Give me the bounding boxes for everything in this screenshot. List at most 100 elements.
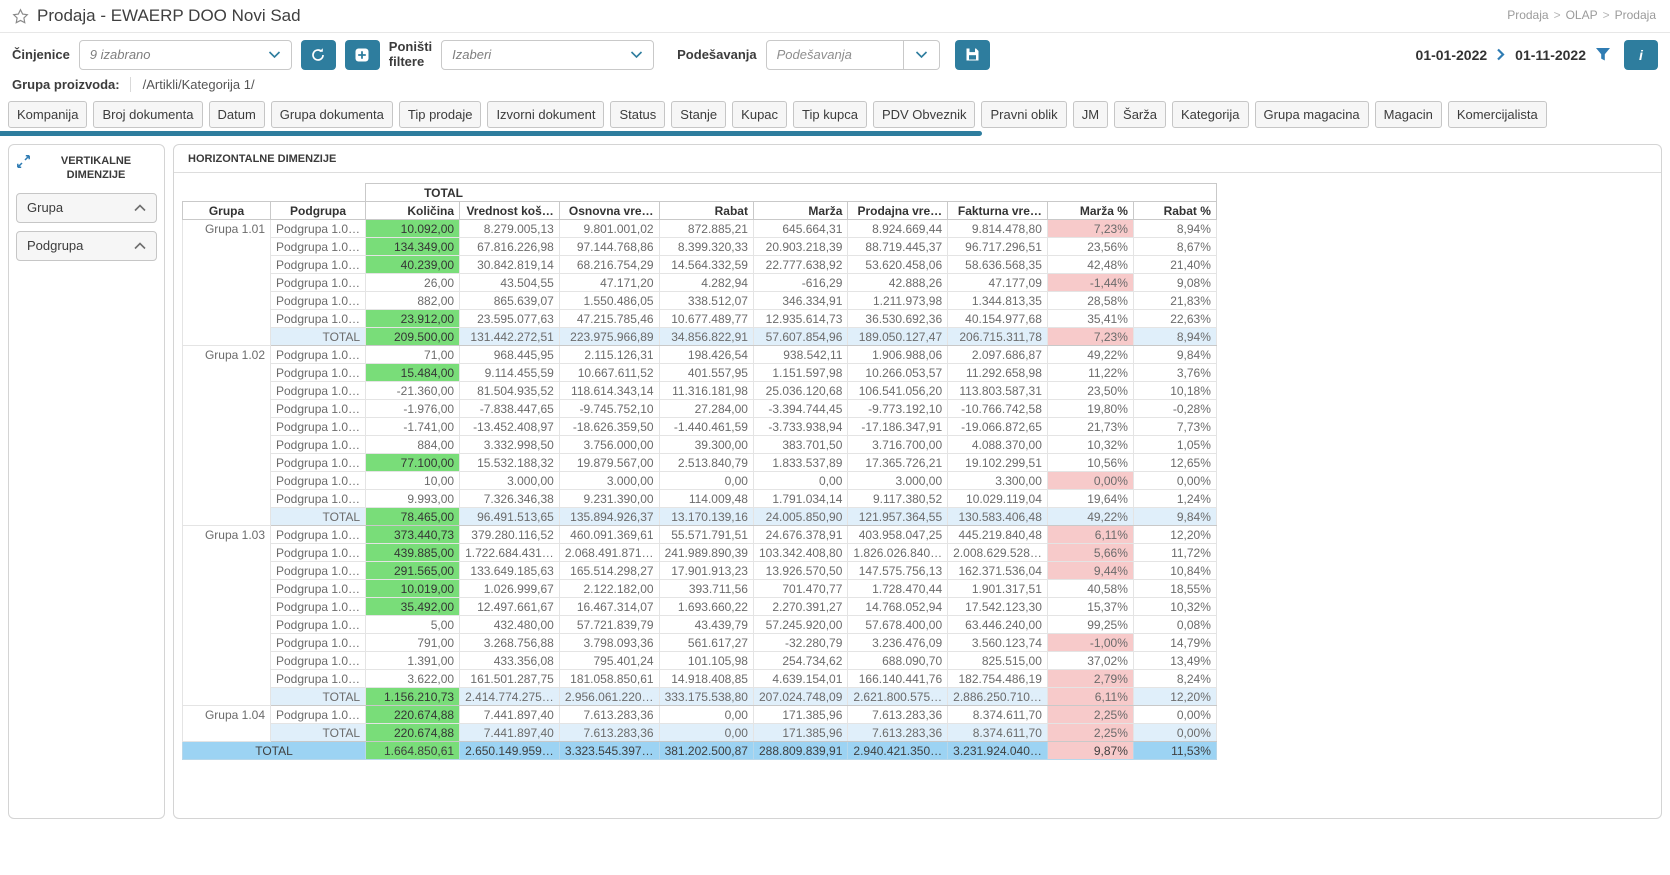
cell-prodajna-vrednost: 166.140.441,76 xyxy=(848,670,948,688)
cell-podgrupa: Podgrupa 1.0… xyxy=(271,400,366,418)
dimension-tab-grupa-dokumenta[interactable]: Grupa dokumenta xyxy=(271,101,393,128)
table-row: Podgrupa 1.0…10.019,001.026.999,672.122.… xyxy=(183,580,1217,598)
dimension-tab-kategorija[interactable]: Kategorija xyxy=(1172,101,1249,128)
favorite-star-icon[interactable] xyxy=(12,8,29,25)
breadcrumb-current[interactable]: Prodaja xyxy=(1615,8,1656,22)
choose-select[interactable]: Izaberi xyxy=(441,40,654,70)
product-group-value: /Artikli/Kategorija 1/ xyxy=(130,77,255,92)
cell-marza-pct: 15,37% xyxy=(1047,598,1133,616)
dimension-tab-grupa-magacina[interactable]: Grupa magacina xyxy=(1255,101,1369,128)
cell-prodajna-vrednost: 42.888,26 xyxy=(848,274,948,292)
cell-marza-pct: 7,23% xyxy=(1047,328,1133,346)
vertical-dimension-grupa[interactable]: Grupa xyxy=(16,193,157,223)
dimension-tab-komercijalista[interactable]: Komercijalista xyxy=(1448,101,1547,128)
dimension-tab-datum[interactable]: Datum xyxy=(209,101,265,128)
cell-rabat-pct: 10,32% xyxy=(1133,598,1216,616)
cell-rabat: 401.557,95 xyxy=(659,364,753,382)
cell-rabat-pct: 12,65% xyxy=(1133,454,1216,472)
cell-vrednost-kosa: 3.000,00 xyxy=(460,472,560,490)
dimension-tab-tip-prodaje[interactable]: Tip prodaje xyxy=(399,101,482,128)
dimension-tab-tip-kupca[interactable]: Tip kupca xyxy=(793,101,867,128)
cell-fakturna-vrednost: 3.300,00 xyxy=(948,472,1048,490)
cell-marza-pct: 99,25% xyxy=(1047,616,1133,634)
cell-grupa: Grupa 1.03 xyxy=(183,526,271,706)
save-settings-button[interactable] xyxy=(955,40,990,70)
table-row: Grupa 1.04Podgrupa 1.0…220.674,887.441.8… xyxy=(183,706,1217,724)
cell-fakturna-vrednost: 825.515,00 xyxy=(948,652,1048,670)
cell-osnovna-vrednost: 165.514.298,27 xyxy=(559,562,659,580)
dimension-tab-izvorni-dokument[interactable]: Izvorni dokument xyxy=(487,101,604,128)
dimension-tab-pravni-oblik[interactable]: Pravni oblik xyxy=(981,101,1066,128)
cell-rabat: 55.571.791,51 xyxy=(659,526,753,544)
dimension-tab-status[interactable]: Status xyxy=(610,101,665,128)
vertical-dimension-podgrupa[interactable]: Podgrupa xyxy=(16,231,157,261)
pivot-panel: HORIZONTALNE DIMENZIJE TOTALGrupaPodgrup… xyxy=(173,144,1662,819)
cell-rabat: 34.856.822,91 xyxy=(659,328,753,346)
table-row: Podgrupa 1.0…77.100,0015.532.188,3219.87… xyxy=(183,454,1217,472)
dimension-tab-stanje[interactable]: Stanje xyxy=(671,101,726,128)
chevron-up-icon xyxy=(134,204,146,212)
dimension-tab-ar-a[interactable]: Šarža xyxy=(1114,101,1166,128)
table-row: Grupa 1.02Podgrupa 1.0…71,00968.445,952.… xyxy=(183,346,1217,364)
settings-dropdown-toggle[interactable] xyxy=(904,40,940,70)
cell-marza-pct: 5,66% xyxy=(1047,544,1133,562)
info-button[interactable]: i xyxy=(1624,40,1658,70)
cell-fakturna-vrednost: 182.754.486,19 xyxy=(948,670,1048,688)
refresh-button[interactable] xyxy=(301,40,336,70)
cell-marza-pct: 23,56% xyxy=(1047,238,1133,256)
date-from[interactable]: 01-01-2022 xyxy=(1416,47,1488,63)
cell-osnovna-vrednost: 19.879.567,00 xyxy=(559,454,659,472)
date-to[interactable]: 01-11-2022 xyxy=(1515,47,1586,63)
settings-input[interactable] xyxy=(766,40,904,70)
table-row: Podgrupa 1.0…882,00865.639,071.550.486,0… xyxy=(183,292,1217,310)
breadcrumb-olap[interactable]: OLAP xyxy=(1566,8,1598,22)
content: VERTIKALNE DIMENZIJE GrupaPodgrupa HORIZ… xyxy=(0,136,1670,827)
cell-vrednost-kosa: 3.332.998,50 xyxy=(460,436,560,454)
cell-fakturna-vrednost: -19.066.872,65 xyxy=(948,418,1048,436)
reset-filters-button[interactable]: Poništi filtere xyxy=(389,40,432,69)
expand-icon[interactable] xyxy=(16,154,31,169)
header-spacer xyxy=(183,184,366,202)
dimension-tab-kompanija[interactable]: Kompanija xyxy=(8,101,87,128)
cell-fakturna-vrednost: 11.292.658,98 xyxy=(948,364,1048,382)
cell-podgrupa: Podgrupa 1.0… xyxy=(271,238,366,256)
dimension-tab-jm[interactable]: JM xyxy=(1073,101,1108,128)
cell-rabat: 333.175.538,80 xyxy=(659,688,753,706)
cell-vrednost-kosa: 131.442.272,51 xyxy=(460,328,560,346)
cell-kolicina: 373.440,73 xyxy=(366,526,460,544)
cell-podgrupa: Podgrupa 1.0… xyxy=(271,346,366,364)
cell-vrednost-kosa: 81.504.935,52 xyxy=(460,382,560,400)
cell-podgrupa: Podgrupa 1.0… xyxy=(271,220,366,238)
cell-rabat-pct: 1,05% xyxy=(1133,436,1216,454)
filter-icon[interactable] xyxy=(1595,47,1611,62)
column-header-marza-pct: Marža % xyxy=(1047,202,1133,220)
cell-podgrupa: Podgrupa 1.0… xyxy=(271,526,366,544)
cell-osnovna-vrednost: 3.798.093,36 xyxy=(559,634,659,652)
cell-osnovna-vrednost: 181.058.850,61 xyxy=(559,670,659,688)
cell-podgrupa: Podgrupa 1.0… xyxy=(271,310,366,328)
cell-podgrupa: Podgrupa 1.0… xyxy=(271,364,366,382)
cell-rabat: 0,00 xyxy=(659,472,753,490)
cell-kolicina: 220.674,88 xyxy=(366,724,460,742)
cell-marza-pct: 21,73% xyxy=(1047,418,1133,436)
facts-select[interactable]: 9 izabrano xyxy=(79,40,292,70)
cell-fakturna-vrednost: 19.102.299,51 xyxy=(948,454,1048,472)
cell-prodajna-vrednost: 7.613.283,36 xyxy=(848,724,948,742)
dimension-tab-pdv-obveznik[interactable]: PDV Obveznik xyxy=(873,101,976,128)
cell-kolicina: 26,00 xyxy=(366,274,460,292)
cell-marza-pct: 40,58% xyxy=(1047,580,1133,598)
dimension-tab-kupac[interactable]: Kupac xyxy=(732,101,787,128)
table-row: Podgrupa 1.0…40.239,0030.842.819,1468.21… xyxy=(183,256,1217,274)
dimension-tab-broj-dokumenta[interactable]: Broj dokumenta xyxy=(93,101,202,128)
group-total-row: TOTAL209.500,00131.442.272,51223.975.966… xyxy=(183,328,1217,346)
cell-vrednost-kosa: 433.356,08 xyxy=(460,652,560,670)
add-button[interactable] xyxy=(345,40,380,70)
cell-rabat: 241.989.890,39 xyxy=(659,544,753,562)
cell-marza: 645.664,31 xyxy=(753,220,847,238)
breadcrumb-prodaja[interactable]: Prodaja xyxy=(1507,8,1548,22)
cell-fakturna-vrednost: 96.717.296,51 xyxy=(948,238,1048,256)
cell-prodajna-vrednost: 403.958.047,25 xyxy=(848,526,948,544)
cell-marza: 24.005.850,90 xyxy=(753,508,847,526)
dimension-tab-magacin[interactable]: Magacin xyxy=(1375,101,1442,128)
cell-vrednost-kosa: -13.452.408,97 xyxy=(460,418,560,436)
